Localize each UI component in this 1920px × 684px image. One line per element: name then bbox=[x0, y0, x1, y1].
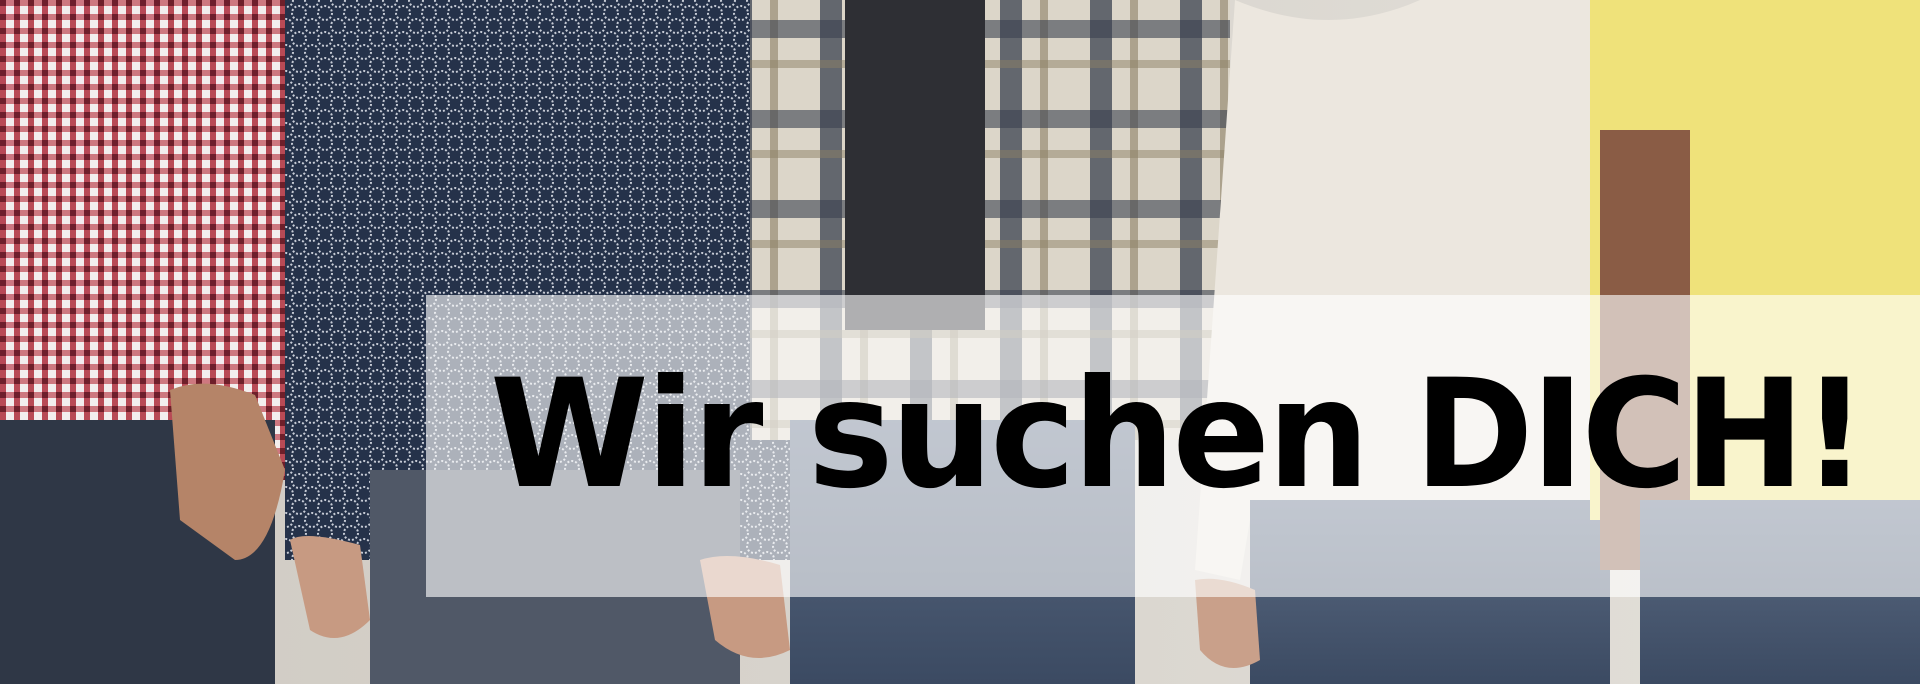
hero-banner: Wir suchen DICH! bbox=[0, 0, 1920, 684]
headline: Wir suchen DICH! bbox=[490, 348, 1868, 522]
